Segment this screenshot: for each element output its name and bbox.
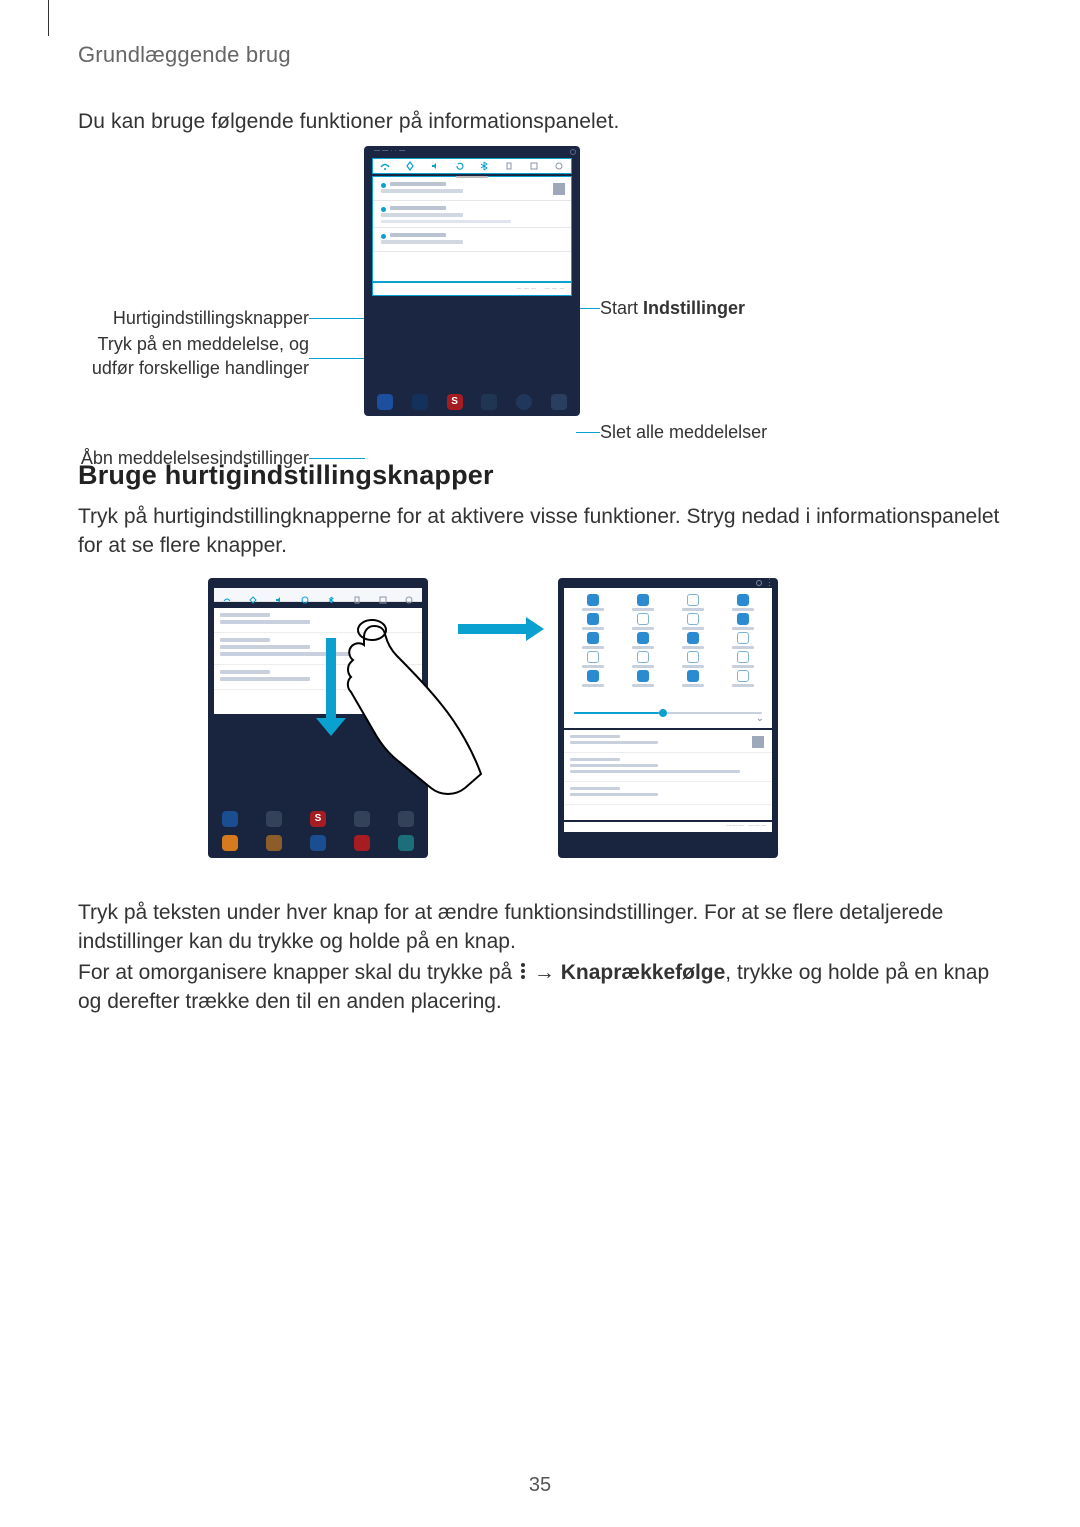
reading-mode-icon	[529, 161, 539, 171]
notification-footer: — — —	[214, 704, 422, 714]
qs-toggle	[674, 613, 712, 630]
notification-list	[372, 176, 572, 282]
qs-toggle	[724, 651, 762, 668]
swipe-down-arrow-stem	[326, 638, 336, 720]
location-icon	[405, 161, 415, 171]
settings-gear-icon	[570, 149, 576, 155]
qs-toggle	[574, 651, 612, 668]
app-icon	[398, 835, 414, 851]
wifi-icon	[380, 161, 390, 171]
page-corner-rule	[48, 0, 49, 36]
qs-toggle	[724, 594, 762, 611]
arrow-glyph: →	[534, 961, 561, 984]
section-heading-quick-settings: Bruge hurtigindstillingsknapper	[78, 460, 494, 491]
qs-toggle	[574, 613, 612, 630]
quick-settings-grid: ⌄	[564, 588, 772, 728]
figure-notification-panel: Hurtigindstillingsknapper Tryk på en med…	[0, 146, 1080, 436]
figure-swipe-quick-settings: — — — S ⋮	[78, 578, 1002, 888]
app-icon: S	[310, 811, 326, 827]
qs-toggle	[624, 613, 662, 630]
swipe-down-arrow-head	[316, 718, 346, 736]
dock-app-icon	[377, 394, 393, 410]
app-icon	[310, 835, 326, 851]
text-fragment: For at omorganisere knapper skal du tryk…	[78, 961, 518, 984]
mobile-data-icon	[504, 161, 514, 171]
notification-item	[214, 665, 422, 690]
flashlight-icon	[554, 161, 564, 171]
qs-toggle	[574, 594, 612, 611]
more-options-icon: ⋮	[765, 580, 774, 585]
app-icon	[354, 811, 370, 827]
qs-toggle	[724, 632, 762, 649]
qs-toggle	[624, 632, 662, 649]
app-icon	[222, 835, 238, 851]
notification-item	[564, 782, 772, 805]
app-icon	[354, 835, 370, 851]
callout-quick-settings-buttons: Hurtigindstillingsknapper	[56, 306, 309, 330]
quick-settings-row	[214, 588, 422, 602]
bluetooth-icon	[479, 161, 489, 171]
callout-text: Tryk på en meddelelse, og udfør forskell…	[92, 334, 309, 378]
dock-app-icon	[516, 394, 532, 410]
qs-toggle	[724, 613, 762, 630]
dock-app-icon	[412, 394, 428, 410]
qs-toggle	[624, 670, 662, 687]
qs-toggle	[674, 594, 712, 611]
brightness-slider	[574, 712, 762, 714]
sound-icon	[430, 161, 440, 171]
app-icon	[398, 811, 414, 827]
notification-item	[373, 228, 571, 252]
qs-toggle	[674, 632, 712, 649]
app-icon	[222, 811, 238, 827]
transition-arrow-icon	[458, 624, 528, 634]
notification-list	[214, 608, 422, 708]
quick-settings-row	[372, 158, 572, 174]
chapter-title: Grundlæggende brug	[78, 42, 291, 68]
device-screenshot: — — · · —	[364, 146, 580, 416]
callout-clear-all-notifications: Slet alle meddelelser	[600, 420, 880, 444]
bold-button-order-label: Knaprækkefølge	[561, 961, 726, 984]
notification-footer: — — —— — —	[372, 282, 572, 296]
qs-toggle	[624, 651, 662, 668]
qs-toggle	[674, 670, 712, 687]
dock-app-icon: S	[447, 394, 463, 410]
rotate-icon	[455, 161, 465, 171]
page-number: 35	[0, 1474, 1080, 1497]
paragraph-reorganise: For at omorganisere knapper skal du tryk…	[78, 958, 1002, 1017]
qs-toggle	[624, 594, 662, 611]
app-dock	[558, 834, 778, 856]
callout-text: Start Indstillinger	[600, 298, 745, 318]
device-screenshot-after: ⋮	[558, 578, 778, 858]
callout-launch-settings: Start Indstillinger	[600, 296, 880, 320]
notification-item	[373, 201, 571, 228]
dock-app-icon	[481, 394, 497, 410]
qs-toggle	[574, 632, 612, 649]
app-dock	[208, 832, 428, 854]
notification-item	[214, 633, 422, 665]
chevron-down-icon: ⌄	[756, 713, 764, 724]
notification-item	[373, 177, 571, 201]
qs-toggle	[724, 670, 762, 687]
paragraph-tap-label: Tryk på teksten under hver knap for at æ…	[78, 898, 1002, 957]
notification-item	[564, 730, 772, 753]
notification-item	[564, 753, 772, 782]
notification-item	[214, 608, 422, 633]
notification-footer: — — — — — —	[564, 822, 772, 832]
status-bar: — — · · —	[374, 148, 405, 154]
dock-app-icon	[551, 394, 567, 410]
callout-text: Slet alle meddelelser	[600, 422, 767, 442]
settings-gear-icon	[756, 580, 762, 586]
callout-tap-notification: Tryk på en meddelelse, og udfør forskell…	[56, 332, 309, 381]
section-paragraph: Tryk på hurtigindstillingknapperne for a…	[78, 502, 1002, 561]
app-dock: S	[364, 388, 580, 416]
app-icon	[266, 835, 282, 851]
more-options-vertical-dots-icon	[518, 961, 528, 981]
app-row: S	[208, 808, 428, 830]
qs-toggle	[574, 670, 612, 687]
callout-text: Hurtigindstillingsknapper	[113, 308, 309, 328]
notification-list	[564, 730, 772, 820]
intro-paragraph: Du kan bruge følgende funktioner på info…	[78, 110, 1002, 134]
app-icon	[266, 811, 282, 827]
qs-toggle	[674, 651, 712, 668]
